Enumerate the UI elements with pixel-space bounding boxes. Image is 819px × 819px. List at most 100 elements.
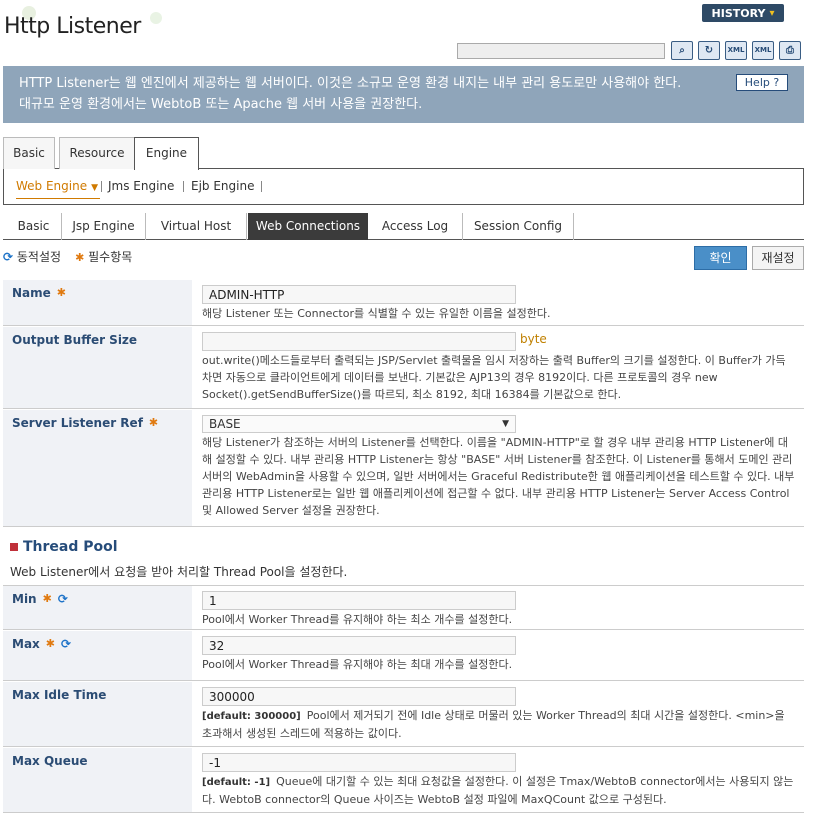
dropdown-arrow-icon: ▼ [502,419,509,429]
decorative-circle [150,12,162,24]
history-label: HISTORY [711,6,766,20]
xml-export-icon[interactable]: XML [725,41,747,60]
required-icon: ✱ [75,251,85,264]
tab-resource[interactable]: Resource [59,137,135,169]
max-queue-label-text: Max Queue [12,754,88,768]
legend: ⟳ 동적설정 ✱ 필수항목 [3,248,132,265]
caret-down-icon: ▼ [91,183,99,193]
server-listener-ref-value: BASE [209,417,241,431]
max-queue-label: Max Queue [3,748,192,812]
server-listener-ref-row: Server Listener Ref ✱ BASE ▼ 해당 Listener가… [3,410,804,527]
max-label: Max ✱ ⟳ [3,631,192,680]
sync-icon: ⟳ [57,592,68,606]
name-body: ADMIN-HTTP 해당 Listener 또는 Connector를 식별할… [202,285,798,322]
section-bullet-icon [10,543,18,551]
sync-icon: ⟳ [61,637,72,651]
thread-pool-title-text: Thread Pool [23,539,118,555]
min-body: 1 Pool에서 Worker Thread를 유지해야 하는 최소 개수를 설… [202,591,798,628]
max-queue-desc-text: Queue에 대기할 수 있는 최대 요청값을 설정한다. 이 설정은 Tmax… [202,775,794,806]
thread-pool-title: Thread Pool [10,539,118,555]
byte-unit: byte [520,332,547,346]
page-title: Http Listener [4,14,141,39]
name-row: Name ✱ ADMIN-HTTP 해당 Listener 또는 Connecto… [3,280,804,326]
reset-button[interactable]: 재설정 [752,246,804,270]
tab-web-connections[interactable]: Web Connections [248,213,368,240]
description-banner: HTTP Listener는 웹 엔진에서 제공하는 웹 서버이다. 이것은 소… [3,66,804,123]
name-label: Name ✱ [3,280,192,325]
name-label-text: Name [12,286,51,300]
xml-import-icon[interactable]: XML [752,41,774,60]
web-engine-tabs: Basic Jsp Engine Virtual Host Web Connec… [3,205,804,240]
thread-pool-description: Web Listener에서 요청을 받아 처리할 Thread Pool을 설… [10,565,348,579]
server-listener-ref-label: Server Listener Ref ✱ [3,410,192,526]
required-icon: ✱ [56,286,67,299]
max-queue-body: -1 [default: -1] Queue에 대기할 수 있는 최대 요청값을 … [202,753,798,808]
output-buffer-field-wrap: byte [202,332,798,351]
min-description: Pool에서 Worker Thread를 유지해야 하는 최소 개수를 설정한… [202,613,513,626]
default-value-tag: [default: -1] [202,777,271,788]
min-input[interactable]: 1 [202,591,516,610]
chevron-down-icon: ▾ [769,7,775,19]
output-buffer-input[interactable] [202,332,516,351]
max-description: Pool에서 Worker Thread를 유지해야 하는 최대 개수를 설정한… [202,658,513,671]
tab-virtual-host[interactable]: Virtual Host [146,213,247,240]
subtab-ejb-engine[interactable]: Ejb Engine [191,179,254,193]
banner-text: HTTP Listener는 웹 엔진에서 제공하는 웹 서버이다. 이것은 소… [19,76,682,112]
max-idle-time-label: Max Idle Time [3,682,192,746]
min-label-text: Min [12,592,37,606]
max-body: 32 Pool에서 Worker Thread를 유지해야 하는 최대 개수를 … [202,636,798,673]
subtab-web-engine-label: Web Engine [16,179,88,193]
server-listener-ref-body: BASE ▼ 해당 Listener가 참조하는 서버의 Listener를 선… [202,415,798,519]
required-icon: ✱ [148,416,159,429]
default-value-tag: [default: 300000] [202,711,301,722]
name-input[interactable]: ADMIN-HTTP [202,285,516,304]
output-buffer-label: Output Buffer Size [3,327,192,408]
server-listener-ref-select[interactable]: BASE ▼ [202,415,516,433]
required-icon: ✱ [45,637,55,650]
divider [101,181,102,192]
legend-dynamic-label: 동적설정 [16,250,62,264]
divider [261,181,262,192]
tab-engine[interactable]: Engine [134,137,199,170]
search-input[interactable] [457,43,665,59]
main-tabs: Basic Resource Engine [3,137,804,170]
required-icon: ✱ [42,592,52,605]
subtab-web-engine[interactable]: Web Engine ▼ [16,179,98,193]
output-buffer-row: Output Buffer Size byte out.write()메소드들로… [3,327,804,409]
legend-dynamic: ⟳ 동적설정 [3,248,61,265]
output-buffer-label-text: Output Buffer Size [12,333,138,347]
tab-basic[interactable]: Basic [3,137,55,169]
legend-required: ✱ 필수항목 [75,248,132,265]
tab-session-config[interactable]: Session Config [463,213,574,240]
max-queue-row: Max Queue -1 [default: -1] Queue에 대기할 수 있… [3,748,804,813]
tab-access-log[interactable]: Access Log [368,213,463,240]
max-idle-time-input[interactable]: 300000 [202,687,516,706]
tab-web-basic[interactable]: Basic [6,213,62,240]
server-listener-ref-label-text: Server Listener Ref [12,416,143,430]
max-input[interactable]: 32 [202,636,516,655]
subtab-jms-engine[interactable]: Jms Engine [108,179,174,193]
max-queue-input[interactable]: -1 [202,753,516,772]
history-button[interactable]: HISTORY ▾ [702,4,784,22]
max-idle-time-label-text: Max Idle Time [12,688,107,702]
max-idle-time-description: [default: 300000] Pool에서 제거되기 전에 Idle 상태로… [202,707,798,742]
active-underline [16,198,100,199]
search-icon[interactable]: ⌕ [671,41,693,60]
refresh-icon[interactable]: ↻ [698,41,720,60]
output-buffer-description: out.write()메소드들로부터 출력되는 JSP/Servlet 출력물을… [202,354,786,401]
min-label: Min ✱ ⟳ [3,586,192,629]
max-idle-time-row: Max Idle Time 300000 [default: 300000] Po… [3,682,804,747]
sync-icon: ⟳ [3,250,14,264]
output-buffer-body: byte out.write()메소드들로부터 출력되는 JSP/Servlet… [202,332,798,403]
print-icon[interactable]: ⎙ [779,41,801,60]
tab-jsp-engine[interactable]: Jsp Engine [62,213,146,240]
legend-required-label: 필수항목 [88,250,133,264]
name-description: 해당 Listener 또는 Connector를 식별할 수 있는 유일한 이… [202,307,551,320]
max-queue-description: [default: -1] Queue에 대기할 수 있는 최대 요청값을 설정한… [202,773,798,808]
divider [183,181,184,192]
ok-button[interactable]: 확인 [694,246,747,270]
engine-subtabs: Web Engine ▼ Jms Engine Ejb Engine [3,169,804,205]
help-button[interactable]: Help ? [736,74,788,91]
server-listener-ref-description: 해당 Listener가 참조하는 서버의 Listener를 선택한다. 이름… [202,436,795,517]
min-row: Min ✱ ⟳ 1 Pool에서 Worker Thread를 유지해야 하는 … [3,585,804,630]
